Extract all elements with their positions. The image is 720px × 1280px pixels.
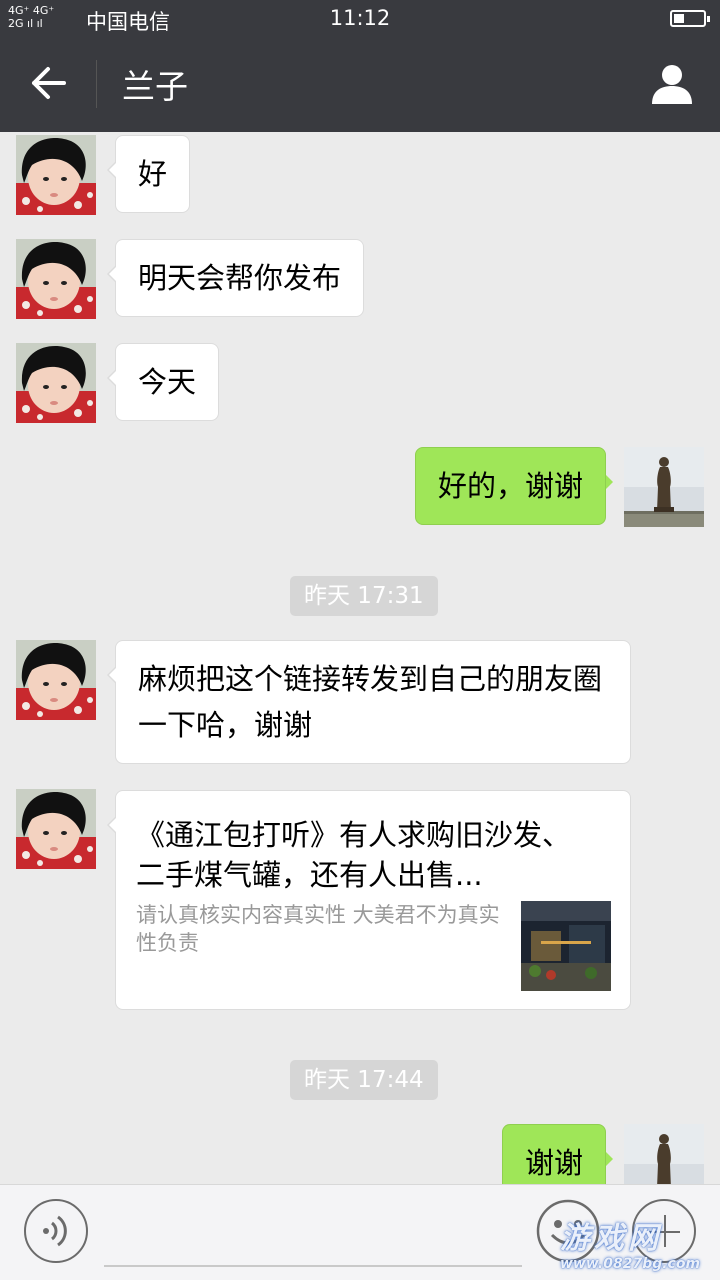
link-card[interactable]: 《通江包打听》有人求购旧沙发、二手煤气罐，还有人出售... 请认真核实内容真实性… xyxy=(107,790,631,1010)
voice-button[interactable] xyxy=(24,1199,88,1263)
message-bubble-incoming[interactable]: 麻烦把这个链接转发到自己的朋友圈一下哈，谢谢 xyxy=(107,640,631,764)
contact-avatar[interactable] xyxy=(16,239,96,319)
contact-avatar[interactable] xyxy=(16,640,96,720)
status-time: 11:12 xyxy=(329,6,391,30)
message-bubble-outgoing[interactable]: 好的，谢谢 xyxy=(414,447,614,525)
watermark: 游戏网 www.0827bg.com xyxy=(560,1221,720,1273)
message-bubble-incoming[interactable]: 明天会帮你发布 xyxy=(106,239,365,317)
contact-avatar[interactable] xyxy=(16,789,96,869)
my-avatar[interactable] xyxy=(624,1124,704,1184)
status-bar: 4G⁺ 4G⁺ 2G ıl ıl 中国电信 11:12 xyxy=(0,0,720,36)
battery-icon xyxy=(670,10,710,27)
timestamp: 昨天 17:44 xyxy=(290,1060,438,1100)
header-divider xyxy=(96,60,97,108)
watermark-text: 游戏网 xyxy=(560,1221,662,1256)
my-avatar[interactable] xyxy=(624,447,704,527)
link-card-title: 《通江包打听》有人求购旧沙发、二手煤气罐，还有人出售... xyxy=(136,818,572,892)
contact-avatar[interactable] xyxy=(16,135,96,215)
message-bubble-incoming[interactable]: 好 xyxy=(106,135,191,213)
message-input[interactable] xyxy=(104,1265,522,1267)
watermark-url: www.0827bg.com xyxy=(560,1256,701,1272)
message-bubble-incoming[interactable]: 今天 xyxy=(106,343,220,421)
voice-icon xyxy=(43,1215,67,1247)
link-card-description: 请认真核实内容真实性 大美君不为真实性负责 xyxy=(136,903,500,955)
arrow-left-icon[interactable] xyxy=(26,60,72,106)
contact-avatar[interactable] xyxy=(16,343,96,423)
timestamp: 昨天 17:31 xyxy=(290,576,438,616)
chat-header: 兰子 xyxy=(0,36,720,132)
person-icon[interactable] xyxy=(650,62,694,106)
link-card-thumbnail xyxy=(521,901,611,991)
chat-title: 兰子 xyxy=(122,67,188,106)
